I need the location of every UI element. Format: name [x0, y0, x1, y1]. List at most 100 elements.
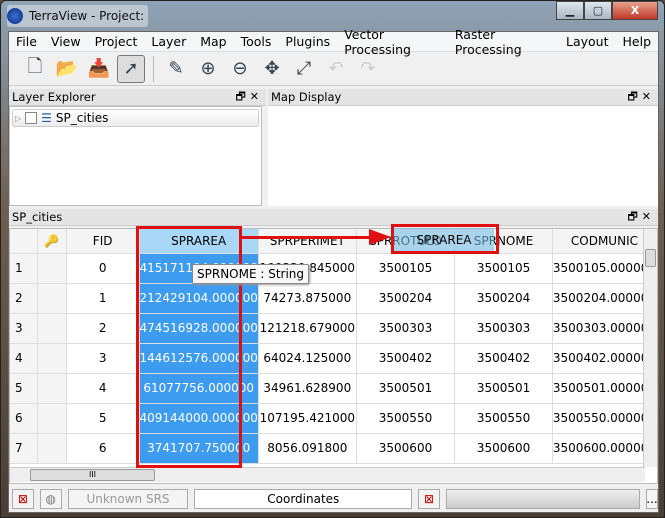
- key-cell[interactable]: [37, 403, 67, 434]
- cell-sprperimet[interactable]: 121218.679000: [258, 313, 357, 344]
- row-number[interactable]: 3: [10, 313, 38, 344]
- dock-float-close-icons[interactable]: 🗗✕: [235, 88, 263, 107]
- table-row[interactable]: 2 1 212429104.000000 74273.875000 3500204 350…: [10, 283, 657, 314]
- cell-fid[interactable]: 3: [66, 343, 140, 374]
- new-project-icon[interactable]: 🗋: [21, 55, 49, 83]
- key-cell[interactable]: [37, 313, 67, 344]
- row-number[interactable]: 4: [10, 343, 38, 374]
- zoom-extent-icon[interactable]: ⤢: [290, 55, 318, 83]
- cell-sprnome[interactable]: 3500303: [454, 313, 553, 344]
- cell-sprperimet[interactable]: 64024.125000: [258, 343, 357, 374]
- layer-item[interactable]: ▷ ☰ SP_cities: [12, 109, 259, 127]
- cell-sprnome[interactable]: 3500501: [454, 373, 553, 404]
- cell-sprnome[interactable]: 3500550: [454, 403, 553, 434]
- key-cell[interactable]: [37, 283, 67, 314]
- dock-float-close-icons[interactable]: 🗗✕: [627, 208, 655, 227]
- pointer-icon[interactable]: ➚: [117, 54, 145, 83]
- minimize-button[interactable]: ▁: [556, 1, 584, 20]
- map-canvas[interactable]: [268, 106, 658, 206]
- cell-sprnome[interactable]: 3500600: [454, 433, 553, 464]
- table-row[interactable]: 3 2 474516928.000000 121218.679000 3500303 35…: [10, 313, 657, 344]
- menu-vector-processing[interactable]: Vector Processing: [337, 27, 448, 57]
- cell-codmunic[interactable]: 3500303.000000: [552, 313, 657, 344]
- cell-fid[interactable]: 1: [66, 283, 140, 314]
- cell-fid[interactable]: 5: [66, 403, 140, 434]
- column-header-sprperimet[interactable]: SPRPERIMET: [258, 229, 357, 254]
- cell-sprperimet[interactable]: 34961.628900: [258, 373, 357, 404]
- cell-sprrotulo[interactable]: 3500105: [356, 253, 456, 284]
- cell-codmunic[interactable]: 3500550.000000: [552, 403, 657, 434]
- row-number[interactable]: 7: [10, 433, 38, 464]
- row-number[interactable]: 1: [10, 253, 38, 284]
- cell-sprperimet[interactable]: 74273.875000: [258, 283, 357, 314]
- horizontal-scrollbar[interactable]: III: [10, 467, 645, 482]
- pan-icon[interactable]: ✥: [258, 55, 286, 83]
- cell-sprnome[interactable]: 3500105: [454, 253, 553, 284]
- cell-sprrotulo[interactable]: 3500600: [356, 433, 456, 464]
- zoom-out-icon[interactable]: ⊖: [226, 55, 254, 83]
- row-number[interactable]: 2: [10, 283, 38, 314]
- cell-sprperimet[interactable]: 107195.421000: [258, 403, 357, 434]
- cell-sprnome[interactable]: 3500402: [454, 343, 553, 374]
- redo-icon[interactable]: ↷: [354, 55, 382, 83]
- globe-icon[interactable]: ◍: [39, 489, 62, 509]
- draw-icon[interactable]: ✎: [162, 55, 190, 83]
- maximize-button[interactable]: ▢: [584, 1, 612, 20]
- cell-sprrotulo[interactable]: 3500501: [356, 373, 456, 404]
- cell-codmunic[interactable]: 3500402.000000: [552, 343, 657, 374]
- cell-sprrotulo[interactable]: 3500402: [356, 343, 456, 374]
- menu-plugins[interactable]: Plugins: [278, 34, 337, 49]
- srs-remove-icon[interactable]: ⊠: [12, 489, 34, 509]
- srs-label[interactable]: Unknown SRS: [67, 489, 189, 509]
- layer-checkbox[interactable]: [25, 112, 38, 124]
- cell-fid[interactable]: 0: [66, 253, 140, 284]
- cell-sprnome[interactable]: 3500204: [454, 283, 553, 314]
- more-button[interactable]: ...: [646, 489, 658, 509]
- cell-sprrotulo[interactable]: 3500204: [356, 283, 456, 314]
- menu-map[interactable]: Map: [193, 34, 233, 49]
- column-header-fid[interactable]: FID: [66, 229, 140, 254]
- menu-tools[interactable]: Tools: [234, 34, 279, 49]
- hscroll-thumb[interactable]: III: [30, 469, 155, 481]
- row-number[interactable]: 6: [10, 403, 38, 434]
- cell-codmunic[interactable]: 3500501.000000: [552, 373, 657, 404]
- save-project-icon[interactable]: 📥: [85, 55, 113, 83]
- stop-draw-icon[interactable]: ⊠: [418, 489, 440, 509]
- cell-fid[interactable]: 2: [66, 313, 140, 344]
- cell-sprrotulo[interactable]: 3500550: [356, 403, 456, 434]
- dock-float-close-icons[interactable]: 🗗✕: [627, 88, 655, 107]
- table-row[interactable]: 6 5 409144000.000000 107195.421000 3500550 35…: [10, 403, 657, 434]
- menu-file[interactable]: File: [9, 34, 44, 49]
- highlight-box-target: [391, 224, 499, 254]
- menu-view[interactable]: View: [44, 34, 88, 49]
- table-row[interactable]: 7 6 3741707.750000 8056.091800 3500600 350060…: [10, 433, 657, 464]
- key-cell[interactable]: [37, 253, 67, 284]
- zoom-in-icon[interactable]: ⊕: [194, 55, 222, 83]
- cell-codmunic[interactable]: 3500600.000000: [552, 433, 657, 464]
- open-project-icon[interactable]: 📂: [53, 55, 81, 83]
- table-row[interactable]: 4 3 144612576.000000 64024.125000 3500402 350…: [10, 343, 657, 374]
- vertical-scrollbar[interactable]: [643, 229, 657, 467]
- menu-help[interactable]: Help: [616, 34, 659, 49]
- cell-fid[interactable]: 6: [66, 433, 140, 464]
- column-header-codmunic[interactable]: CODMUNIC: [552, 229, 657, 254]
- key-cell[interactable]: [37, 373, 67, 404]
- cell-codmunic[interactable]: 3500105.000000: [552, 253, 657, 284]
- menu-raster-processing[interactable]: Raster Processing: [448, 27, 559, 57]
- menu-layer[interactable]: Layer: [144, 34, 193, 49]
- key-cell[interactable]: [37, 343, 67, 374]
- table-row[interactable]: 10415171104.000000109330.845000350010535…: [10, 253, 657, 284]
- row-number[interactable]: 5: [10, 373, 38, 404]
- cell-fid[interactable]: 4: [66, 373, 140, 404]
- cell-sprrotulo[interactable]: 3500303: [356, 313, 456, 344]
- close-button[interactable]: X: [612, 1, 658, 20]
- vscroll-thumb[interactable]: [645, 249, 656, 267]
- key-cell[interactable]: [37, 433, 67, 464]
- table-row[interactable]: 5 4 61077756.000000 34961.628900 3500501 3500…: [10, 373, 657, 404]
- menu-layout[interactable]: Layout: [559, 34, 616, 49]
- cell-codmunic[interactable]: 3500204.000000: [552, 283, 657, 314]
- cell-sprperimet[interactable]: 8056.091800: [258, 433, 357, 464]
- menu-bar: File View Project Layer Map Tools Plugin…: [9, 27, 659, 57]
- undo-icon[interactable]: ↶: [322, 55, 350, 83]
- menu-project[interactable]: Project: [88, 34, 145, 49]
